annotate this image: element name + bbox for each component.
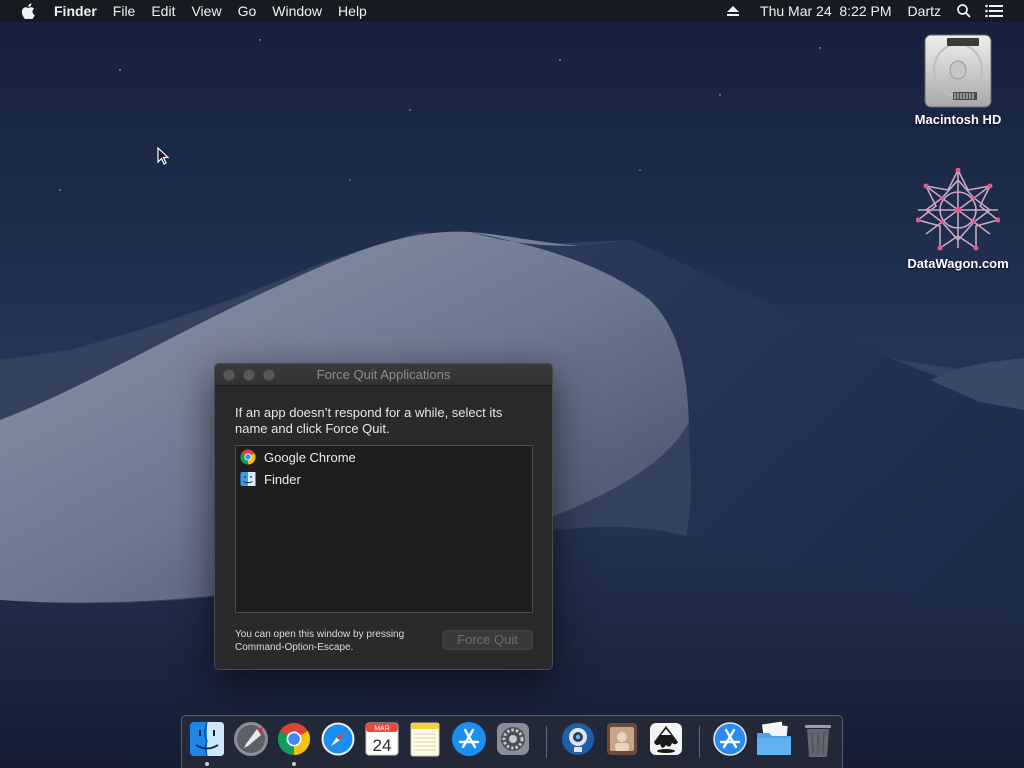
running-indicator <box>292 762 296 766</box>
instruction-text: If an app doesn’t respond for a while, s… <box>235 405 503 436</box>
force-quit-button[interactable]: Force Quit <box>442 630 533 650</box>
app-row-finder[interactable]: Finder <box>236 468 532 490</box>
calendar-month: MAR <box>374 726 390 733</box>
dock-item-documents[interactable] <box>755 721 793 761</box>
app-row-google-chrome[interactable]: Google Chrome <box>236 446 532 468</box>
calendar-icon: MAR 24 <box>365 722 399 756</box>
menu-bar: Finder File Edit View Go Window Help Thu… <box>0 0 1024 22</box>
dock-item-applications[interactable] <box>711 721 749 761</box>
force-quit-window: Force Quit Applications If an app doesn’… <box>214 363 553 670</box>
menu-window[interactable]: Window <box>264 0 330 22</box>
desktop-icon-label: Macintosh HD <box>914 112 1002 127</box>
dock-item-finder[interactable] <box>188 721 226 766</box>
window-title: Force Quit Applications <box>316 367 451 382</box>
menu-user[interactable]: Dartz <box>901 0 948 22</box>
dock-item-photo-booth[interactable] <box>603 721 641 761</box>
eject-icon[interactable] <box>719 5 747 17</box>
system-preferences-icon <box>497 723 529 755</box>
dock-item-trash[interactable] <box>799 721 837 761</box>
menu-view[interactable]: View <box>183 0 229 22</box>
app-store-icon <box>452 722 486 756</box>
dock-item-app-store[interactable] <box>450 721 488 761</box>
application-list[interactable]: Google Chrome Finder <box>235 445 533 613</box>
photo-booth-icon <box>607 723 637 755</box>
menu-help[interactable]: Help <box>330 0 375 22</box>
dock-item-launchpad[interactable] <box>232 721 270 761</box>
finder-icon <box>240 471 256 487</box>
menu-edit[interactable]: Edit <box>143 0 183 22</box>
menu-bar-status-area: Thu Mar 24 8:22 PM Dartz <box>719 0 1024 22</box>
dock-item-notes[interactable] <box>406 721 444 761</box>
dock: MAR 24 <box>181 715 843 768</box>
app-name: Finder <box>264 471 301 487</box>
star-polygon-icon <box>916 168 1000 251</box>
dock-item-safari[interactable] <box>319 721 357 761</box>
dock-item-webcam[interactable] <box>559 721 597 761</box>
dock-item-chrome[interactable] <box>275 721 313 766</box>
apple-logo-icon[interactable] <box>18 0 38 22</box>
notes-icon <box>410 722 440 757</box>
desktop-icon-label: DataWagon.com <box>907 256 1009 271</box>
applications-folder-icon <box>713 722 747 756</box>
running-indicator <box>205 762 209 766</box>
window-titlebar[interactable]: Force Quit Applications <box>215 364 552 386</box>
hard-drive-icon <box>924 34 992 108</box>
list-icon[interactable] <box>978 4 1010 18</box>
dock-separator <box>699 726 700 758</box>
mouse-cursor-icon <box>157 147 170 165</box>
dock-separator <box>546 726 547 758</box>
menu-file[interactable]: File <box>105 0 144 22</box>
app-name: Google Chrome <box>264 449 356 465</box>
chrome-icon <box>240 449 256 465</box>
chrome-icon <box>277 723 311 756</box>
dock-item-calendar[interactable]: MAR 24 <box>363 721 401 761</box>
shortcut-hint-text: You can open this window by pressing Com… <box>235 629 405 653</box>
launchpad-icon <box>234 722 268 756</box>
dock-item-inkscape[interactable] <box>647 721 685 761</box>
menu-clock[interactable]: Thu Mar 24 8:22 PM <box>753 0 899 22</box>
desktop-icon-macintosh-hd[interactable]: Macintosh HD <box>898 30 1018 127</box>
calendar-day: 24 <box>373 736 392 755</box>
dock-item-system-preferences[interactable] <box>494 721 532 761</box>
search-icon[interactable] <box>950 4 978 18</box>
menu-app-finder[interactable]: Finder <box>46 0 105 22</box>
trash-icon <box>805 725 831 757</box>
inkscape-icon <box>650 723 682 755</box>
desktop-icon-datawagon[interactable]: DataWagon.com <box>898 168 1018 271</box>
finder-icon <box>190 721 224 757</box>
webcam-icon <box>562 723 594 755</box>
menu-go[interactable]: Go <box>230 0 265 22</box>
safari-icon <box>321 722 355 756</box>
documents-folder-icon <box>757 721 791 755</box>
